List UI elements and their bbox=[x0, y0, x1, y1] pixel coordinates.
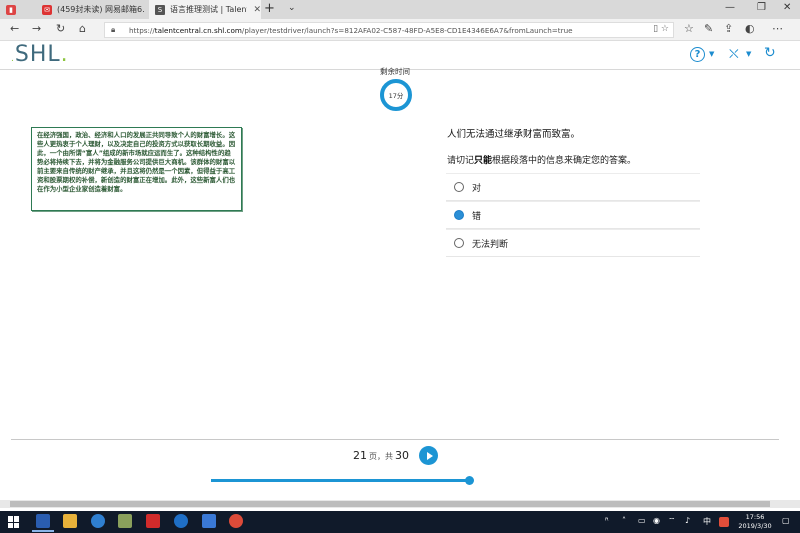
windows-start-icon[interactable] bbox=[8, 516, 20, 528]
back-icon[interactable]: ← bbox=[10, 22, 19, 36]
pdf-icon: ▮ bbox=[6, 4, 16, 15]
chevron-up-icon[interactable]: ˄ bbox=[622, 516, 626, 525]
tab-list-button[interactable]: ⌄ bbox=[288, 3, 296, 13]
address-bar-row: ← → ↻ ⌂ 🔒︎ https://talentcentral.cn.shl.… bbox=[0, 19, 800, 41]
reading-view-icon[interactable]: ▯ ☆ bbox=[653, 24, 669, 34]
close-icon[interactable]: ✕ bbox=[253, 5, 261, 15]
horizontal-scrollbar[interactable] bbox=[0, 500, 800, 508]
option-label: 错 bbox=[472, 211, 482, 222]
new-tab-button[interactable]: + bbox=[264, 2, 275, 16]
sogou-icon[interactable] bbox=[719, 517, 729, 527]
instruction-prefix: 请切记 bbox=[447, 156, 475, 166]
minimize-icon[interactable]: — bbox=[725, 2, 735, 13]
people-icon[interactable]: ᴿ bbox=[605, 516, 609, 525]
option-label: 对 bbox=[472, 183, 482, 194]
share-icon[interactable]: ⇪ bbox=[724, 22, 733, 35]
url-scheme: https:// bbox=[129, 25, 155, 35]
scrollbar-thumb[interactable] bbox=[10, 501, 770, 507]
photos-taskbar-icon[interactable] bbox=[118, 514, 132, 528]
shl-favicon-icon: S bbox=[155, 4, 165, 15]
tab-talentcentral[interactable]: S 语言推理测试 | TalentC ✕ bbox=[149, 0, 261, 19]
store-taskbar-icon[interactable] bbox=[63, 514, 77, 528]
kugou-taskbar-icon[interactable] bbox=[91, 514, 105, 528]
progress-bar bbox=[211, 476, 474, 485]
extension-icon[interactable]: ◐ bbox=[745, 22, 755, 35]
browser-taskbar-icon[interactable] bbox=[174, 514, 188, 528]
maximize-icon[interactable]: ❐ bbox=[757, 2, 766, 13]
lock-icon: 🔒︎ bbox=[111, 25, 116, 34]
timer-value: 17分 bbox=[388, 92, 404, 100]
forward-icon[interactable]: → bbox=[32, 22, 41, 36]
reading-passage: 在经济强国，政治、经济和人口的发展正共同导致个人的财富增长。这些人更热衷于个人理… bbox=[31, 127, 242, 211]
windows-taskbar: ᴿ ˄ ▭ ◉ ⌔ ♪ 中 17:56 2019/3/30 ▢ bbox=[0, 511, 800, 533]
help-button[interactable]: ? bbox=[690, 47, 705, 62]
edge-taskbar-icon[interactable] bbox=[36, 514, 50, 528]
timer-label: 剩余时间 bbox=[380, 67, 410, 76]
option-cannot-say[interactable]: 无法判断 bbox=[446, 229, 700, 257]
shl-logo: .SHL. bbox=[11, 42, 69, 67]
home-icon[interactable]: ⌂ bbox=[79, 22, 86, 36]
clock-time: 17:56 bbox=[745, 513, 765, 521]
page-indicator: 21 页，共 30 bbox=[353, 449, 409, 462]
tab-pinned[interactable]: ▮ bbox=[0, 0, 35, 19]
browser-tab-bar: ▮ ✉ (459封未读) 网易邮箱6.0版 S 语言推理测试 | TalentC… bbox=[0, 0, 800, 19]
help-icon: ? bbox=[690, 47, 705, 62]
refresh-icon[interactable]: ↻ bbox=[56, 22, 65, 36]
instruction-suffix: 根据段落中的信息来确定您的答案。 bbox=[492, 156, 637, 166]
option-label: 无法判断 bbox=[472, 239, 509, 250]
mail-taskbar-icon[interactable] bbox=[146, 514, 160, 528]
system-clock[interactable]: 17:56 2019/3/30 bbox=[735, 513, 775, 531]
progress-knob bbox=[465, 476, 474, 485]
wifi-icon[interactable]: ⌔ bbox=[668, 516, 676, 526]
close-window-icon[interactable]: ✕ bbox=[783, 2, 791, 13]
tab-label: 语言推理测试 | TalentC bbox=[170, 5, 248, 14]
answer-options: 对 错 无法判断 bbox=[446, 173, 700, 257]
footer-divider bbox=[11, 439, 779, 440]
tab-label: (459封未读) 网易邮箱6.0版 bbox=[57, 5, 145, 14]
next-button[interactable] bbox=[419, 446, 438, 465]
timer-ring: 17分 bbox=[380, 79, 412, 111]
radio-button[interactable] bbox=[454, 182, 464, 192]
page-word: 页，共 bbox=[369, 452, 393, 461]
chrome-taskbar-icon[interactable] bbox=[229, 514, 243, 528]
favorites-icon[interactable]: ☆ bbox=[684, 22, 694, 35]
word-taskbar-icon[interactable] bbox=[202, 514, 216, 528]
mail-icon: ✉ bbox=[42, 4, 52, 15]
url-text: https://talentcentral.cn.shl.com/player/… bbox=[129, 26, 659, 35]
option-true[interactable]: 对 bbox=[446, 173, 700, 201]
instruction-emphasis: 只能 bbox=[474, 156, 493, 166]
total-pages: 30 bbox=[395, 449, 409, 462]
ime-indicator[interactable]: 中 bbox=[703, 516, 711, 527]
question-instruction: 请切记只能根据段落中的信息来确定您的答案。 bbox=[447, 153, 636, 166]
tab-mail[interactable]: ✉ (459封未读) 网易邮箱6.0版 bbox=[36, 0, 148, 19]
current-page: 21 bbox=[353, 449, 367, 462]
volume-icon[interactable]: ♪ bbox=[685, 516, 690, 525]
network-icon[interactable]: ◉ bbox=[653, 516, 660, 525]
progress-fill bbox=[211, 479, 470, 482]
question-statement: 人们无法通过继承财富而致富。 bbox=[447, 129, 581, 140]
refresh-icon[interactable]: ↻ bbox=[764, 45, 776, 61]
radio-button[interactable] bbox=[454, 238, 464, 248]
pen-icon[interactable]: ✎ bbox=[704, 22, 713, 35]
accessibility-off-icon[interactable]: ⛌ bbox=[729, 47, 739, 62]
logo-text: SHL bbox=[14, 42, 61, 67]
battery-icon[interactable]: ▭ bbox=[638, 516, 646, 525]
chevron-down-icon[interactable]: ▼ bbox=[709, 50, 714, 58]
clock-date: 2019/3/30 bbox=[738, 522, 772, 530]
radio-button[interactable] bbox=[454, 210, 464, 220]
url-host: talentcentral.cn.shl.com bbox=[154, 25, 242, 35]
url-path: /player/testdriver/launch?s=812AFA02-C58… bbox=[241, 25, 573, 35]
notifications-icon[interactable]: ▢ bbox=[782, 516, 790, 525]
passage-text: 在经济强国，政治、经济和人口的发展正共同导致个人的财富增长。这些人更热衷于个人理… bbox=[37, 131, 236, 193]
url-input[interactable]: 🔒︎ https://talentcentral.cn.shl.com/play… bbox=[104, 22, 674, 38]
option-false[interactable]: 错 bbox=[446, 201, 700, 229]
active-app-indicator bbox=[32, 530, 54, 532]
chevron-down-icon[interactable]: ▼ bbox=[746, 50, 751, 58]
more-icon[interactable]: ⋯ bbox=[772, 22, 783, 35]
